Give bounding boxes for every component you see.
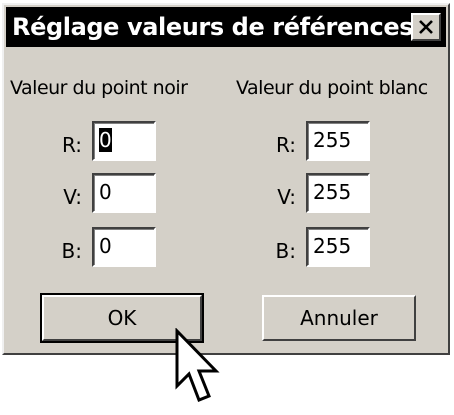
white-r-label: R:	[275, 133, 296, 157]
white-v-label: V:	[277, 185, 296, 209]
black-b-label: B:	[61, 239, 82, 263]
black-point-label: Valeur du point noir	[10, 77, 188, 99]
white-point-label: Valeur du point blanc	[236, 77, 428, 99]
black-r-input[interactable]: 0	[92, 121, 156, 161]
black-r-label: R:	[61, 133, 82, 157]
close-button[interactable]	[411, 13, 441, 41]
black-v-label: V:	[63, 185, 82, 209]
reference-values-dialog: Réglage valeurs de références Valeur du …	[2, 3, 450, 355]
white-r-input[interactable]: 255	[306, 121, 370, 161]
black-v-input[interactable]: 0	[92, 173, 156, 213]
black-b-input[interactable]: 0	[92, 227, 156, 267]
mouse-pointer-icon	[175, 328, 220, 402]
white-v-input[interactable]: 255	[306, 173, 370, 213]
white-b-label: B:	[275, 239, 296, 263]
white-b-input[interactable]: 255	[306, 227, 370, 267]
close-icon	[419, 20, 433, 34]
title-bar[interactable]: Réglage valeurs de références	[6, 7, 446, 47]
black-r-value: 0	[99, 128, 112, 152]
cancel-button[interactable]: Annuler	[262, 295, 416, 341]
dialog-title: Réglage valeurs de références	[12, 13, 414, 41]
